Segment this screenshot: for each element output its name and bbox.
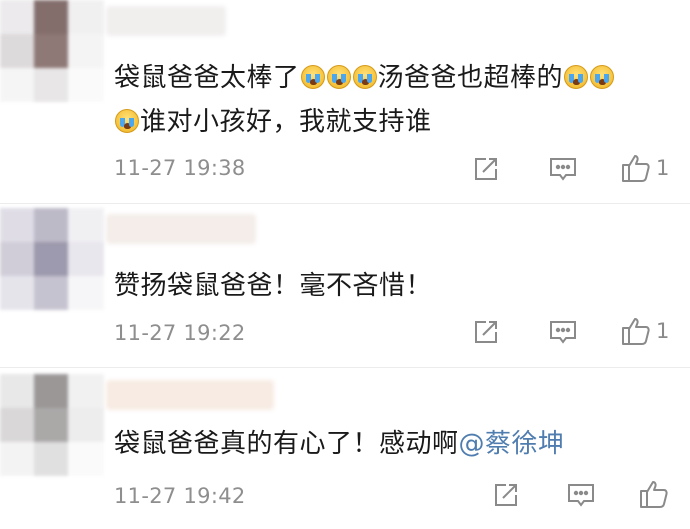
crying-emoji-icon (564, 65, 589, 89)
comment-text: 赞扬袋鼠爸爸！毫不吝惜！ (114, 271, 433, 301)
share-icon (475, 321, 497, 343)
avatar[interactable] (0, 208, 104, 310)
like-count: 1 (656, 319, 670, 343)
comment-item-3: 袋鼠爸爸真的有心了！感动啊@蔡徐坤 11-27 19:42 (0, 368, 690, 529)
crying-emoji-icon (115, 109, 139, 133)
username-redacted[interactable] (106, 214, 256, 244)
crying-emoji-icon (300, 65, 325, 89)
share-button[interactable] (492, 481, 520, 509)
comment-item-2: 赞扬袋鼠爸爸！毫不吝惜！ 11-27 19:22 1 (0, 204, 690, 364)
comment-icon (568, 484, 594, 507)
like-button[interactable]: 1 (620, 315, 669, 347)
crying-emoji-icon (352, 65, 377, 89)
share-icon (475, 158, 497, 180)
share-icon (495, 484, 517, 506)
comment-text: 袋鼠爸爸真的有心了！感动啊@蔡徐坤 (114, 422, 565, 466)
mention-link[interactable]: @蔡徐坤 (459, 429, 565, 459)
avatar[interactable] (0, 374, 104, 476)
comment-text-segment: 汤爸爸也超棒的 (377, 63, 564, 93)
reply-button[interactable] (548, 318, 578, 346)
share-button[interactable] (472, 318, 500, 346)
comment-text: 袋鼠爸爸太棒了 汤爸爸也超棒的谁对小孩好，我就支持谁 (114, 56, 615, 144)
thumbs-up-icon (622, 318, 650, 345)
comment-text-segment: 袋鼠爸爸太棒了 (114, 63, 300, 93)
like-button[interactable] (638, 478, 674, 510)
username-redacted[interactable] (106, 380, 274, 410)
crying-emoji-icon (590, 65, 615, 89)
comment-timestamp: 11-27 19:42 (114, 484, 246, 508)
comment-item-1: 袋鼠爸爸太棒了 汤爸爸也超棒的谁对小孩好，我就支持谁 11-27 19:38 1 (0, 0, 690, 200)
thumbs-up-icon (622, 155, 650, 182)
like-button[interactable]: 1 (620, 152, 669, 184)
avatar[interactable] (0, 0, 104, 102)
comment-text-segment: 袋鼠爸爸真的有心了！感动啊 (114, 429, 459, 459)
reply-button[interactable] (566, 481, 596, 509)
share-button[interactable] (472, 155, 500, 183)
comment-icon (550, 158, 576, 181)
crying-emoji-icon (326, 65, 351, 89)
comment-icon (550, 321, 576, 344)
comment-text-segment: 谁对小孩好，我就支持谁 (140, 107, 432, 137)
username-redacted[interactable] (106, 6, 226, 36)
like-count: 1 (656, 156, 670, 180)
comment-timestamp: 11-27 19:22 (114, 321, 246, 345)
comment-timestamp: 11-27 19:38 (114, 156, 246, 180)
thumbs-up-icon (640, 481, 668, 508)
reply-button[interactable] (548, 155, 578, 183)
